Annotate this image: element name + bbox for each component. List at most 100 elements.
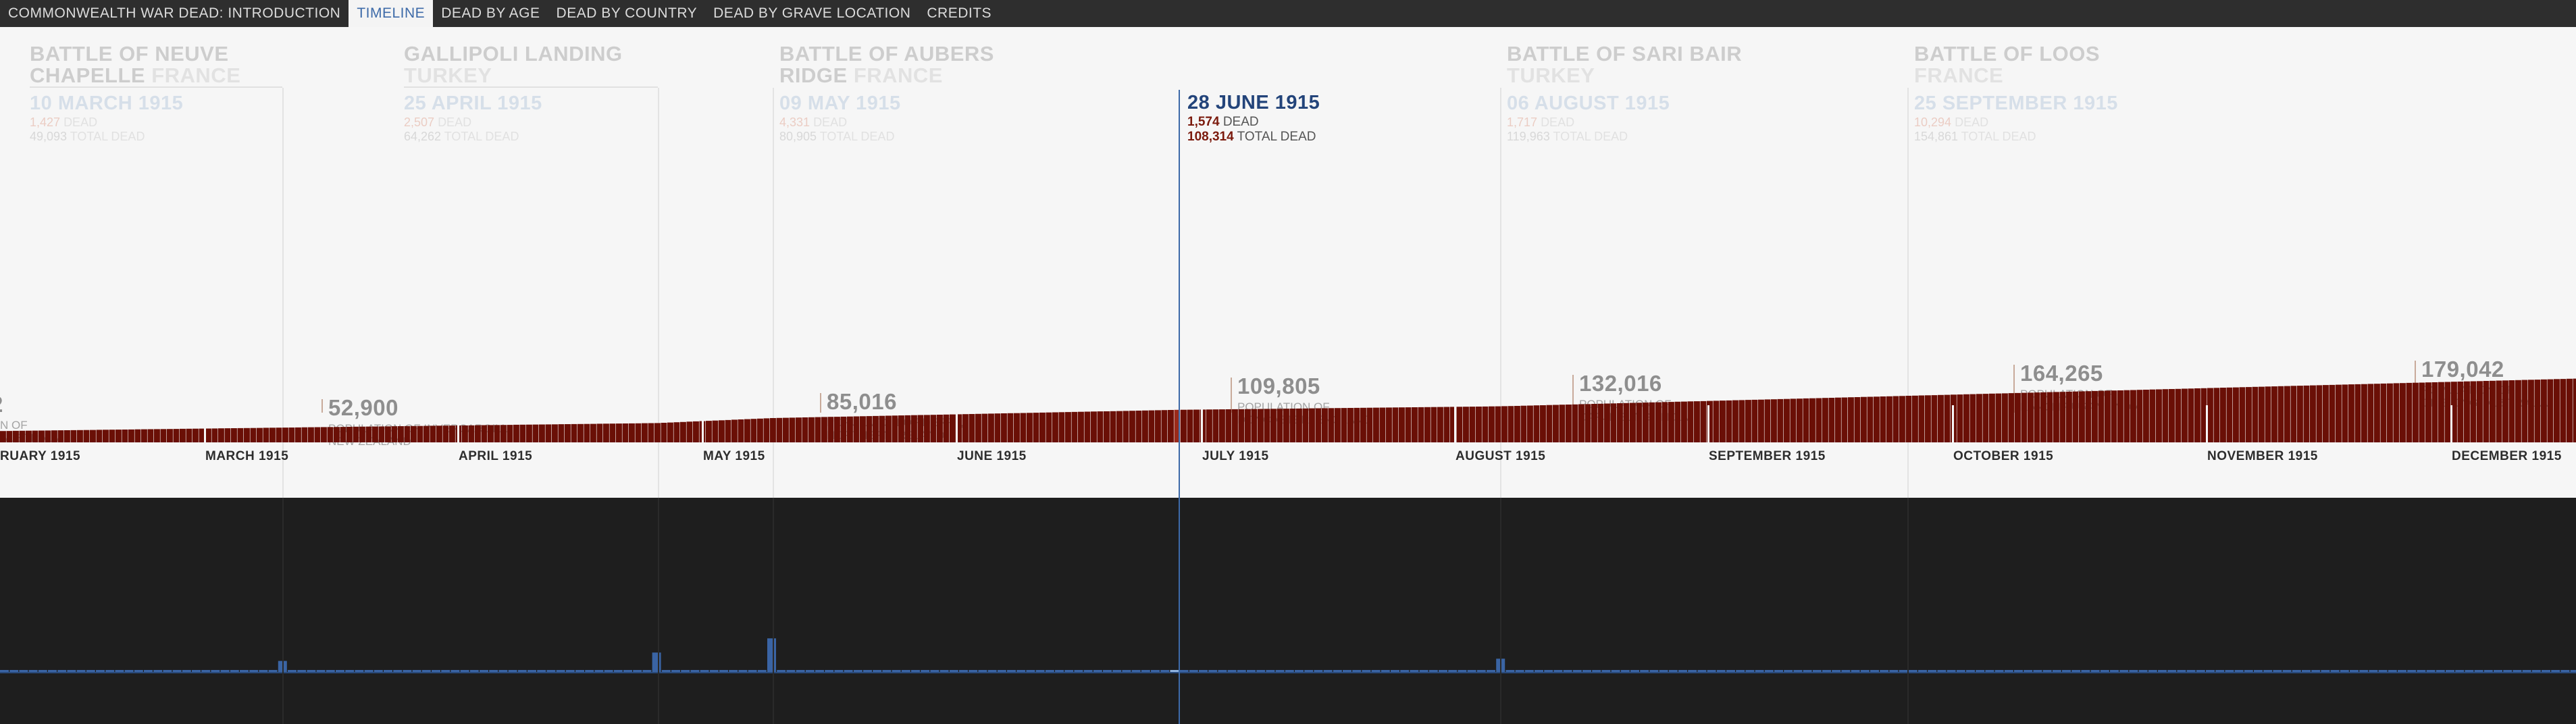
- cumulative-bar: [853, 416, 860, 442]
- cumulative-bar: [224, 428, 231, 442]
- cumulative-bar: [1501, 406, 1508, 442]
- cumulative-bar: [1232, 409, 1238, 442]
- daily-bar: [1275, 670, 1285, 672]
- daily-bar: [96, 670, 105, 672]
- daily-bar: [2542, 670, 2550, 672]
- daily-bar: [86, 670, 95, 672]
- cumulative-bar: [282, 428, 288, 442]
- daily-bar: [2024, 670, 2033, 672]
- daily-bar: [1179, 670, 1189, 672]
- cumulative-bar: [1264, 409, 1270, 442]
- daily-bar: [2014, 670, 2023, 672]
- cumulative-bar: [719, 420, 725, 442]
- daily-bar: [115, 670, 124, 672]
- nav-tab-dead-by-grave-location[interactable]: DEAD BY GRAVE LOCATION: [705, 0, 919, 27]
- month-label: MARCH 1915: [205, 449, 289, 463]
- daily-dead-overview[interactable]: [0, 498, 2576, 724]
- month-label: NOVEMBER 1915: [2207, 449, 2318, 463]
- cumulative-bar: [1559, 405, 1566, 442]
- daily-bar: [1035, 670, 1045, 672]
- cumulative-bar: [1520, 405, 1527, 442]
- daily-bar: [1937, 670, 1947, 672]
- cumulative-bar: [1918, 395, 1925, 442]
- cumulative-bar: [789, 417, 796, 442]
- nav-tab-credits[interactable]: CREDITS: [919, 0, 1000, 27]
- daily-bar: [1736, 670, 1745, 672]
- cumulative-bar: [2002, 393, 2008, 442]
- daily-bar: [2436, 670, 2445, 672]
- cumulative-bar: [1835, 397, 1841, 442]
- nav-tab-timeline[interactable]: TIMELINE: [349, 0, 434, 27]
- daily-bar: [1611, 670, 1620, 672]
- cumulative-bar: [1546, 405, 1553, 442]
- cumulative-bar: [436, 425, 442, 442]
- cumulative-bar: [2111, 390, 2117, 442]
- daily-bar: [57, 670, 67, 672]
- daily-bar: [1601, 670, 1611, 672]
- cumulative-bar: [250, 428, 257, 442]
- daily-bar: [76, 670, 86, 672]
- cumulative-bar: [1533, 405, 1540, 442]
- timeline-panel[interactable]: BATTLE OF NEUVE CHAPELLE FRANCE 10 MARCH …: [0, 27, 2576, 498]
- cumulative-bar: [1123, 411, 1129, 442]
- cumulative-bar: [1585, 404, 1591, 442]
- cursor-line-overview[interactable]: [1179, 498, 1180, 724]
- daily-bar: [38, 670, 47, 672]
- daily-dead-chart[interactable]: [0, 498, 2576, 724]
- daily-bar: [853, 670, 862, 672]
- cumulative-bar: [866, 416, 873, 442]
- cumulative-bar: [1155, 410, 1161, 442]
- cumulative-bar: [2290, 386, 2297, 442]
- daily-bar: [1572, 670, 1582, 672]
- cumulative-bar: [2425, 382, 2431, 442]
- cumulative-bar: [1514, 406, 1520, 442]
- daily-bar: [2244, 670, 2253, 672]
- cumulative-bar: [1572, 404, 1578, 442]
- cumulative-bar: [365, 426, 372, 442]
- nav-tab-dead-by-age[interactable]: DEAD BY AGE: [433, 0, 548, 27]
- cursor-line[interactable]: [1179, 90, 1180, 498]
- cumulative-bar: [2072, 391, 2079, 442]
- cumulative-bar: [667, 422, 673, 442]
- cumulative-bar: [943, 414, 950, 442]
- daily-bar: [220, 670, 230, 672]
- daily-bar: [2455, 670, 2465, 672]
- cumulative-bar: [2046, 392, 2053, 442]
- cumulative-bar: [2136, 390, 2143, 442]
- daily-bar: [2359, 670, 2369, 672]
- cumulative-bar: [1328, 408, 1335, 442]
- daily-bar: [1131, 670, 1141, 672]
- cursor-total-dead: 108,314 TOTAL DEAD: [1187, 130, 1316, 145]
- cumulative-bar: [1597, 403, 1604, 442]
- nav-tab-dead-by-country[interactable]: DEAD BY COUNTRY: [548, 0, 706, 27]
- daily-bar: [1371, 670, 1381, 672]
- daily-bar: [537, 670, 546, 672]
- daily-bar: [384, 670, 392, 672]
- daily-bar: [757, 670, 767, 672]
- daily-bar: [1716, 670, 1726, 672]
- daily-bar: [594, 670, 604, 672]
- daily-bar: [1333, 670, 1342, 672]
- daily-bar: [796, 670, 805, 672]
- cumulative-bar: [2252, 386, 2259, 442]
- cumulative-bar: [1931, 395, 1938, 442]
- cumulative-bar: [2541, 379, 2547, 442]
- cumulative-bar: [654, 423, 661, 442]
- cumulative-bar: [1745, 400, 1751, 442]
- cumulative-bar: [2239, 387, 2246, 442]
- daily-bar: [1544, 670, 1553, 672]
- cumulative-bar: [1251, 409, 1258, 442]
- cumulative-bar: [2169, 389, 2175, 442]
- cumulative-bar: [609, 423, 616, 442]
- daily-bar: [1208, 670, 1218, 672]
- cumulative-bar: [2419, 382, 2425, 442]
- cumulative-bar: [1020, 413, 1027, 442]
- daily-bar: [585, 670, 594, 672]
- cumulative-bar: [1014, 413, 1020, 442]
- daily-bar: [2196, 670, 2205, 672]
- nav-tab-commonwealth-war-dead-introduction[interactable]: COMMONWEALTH WAR DEAD: INTRODUCTION: [0, 0, 349, 27]
- cumulative-bar: [1687, 401, 1694, 442]
- month-separator: [702, 405, 704, 443]
- cumulative-bar: [770, 418, 776, 442]
- daily-bar: [1122, 670, 1131, 672]
